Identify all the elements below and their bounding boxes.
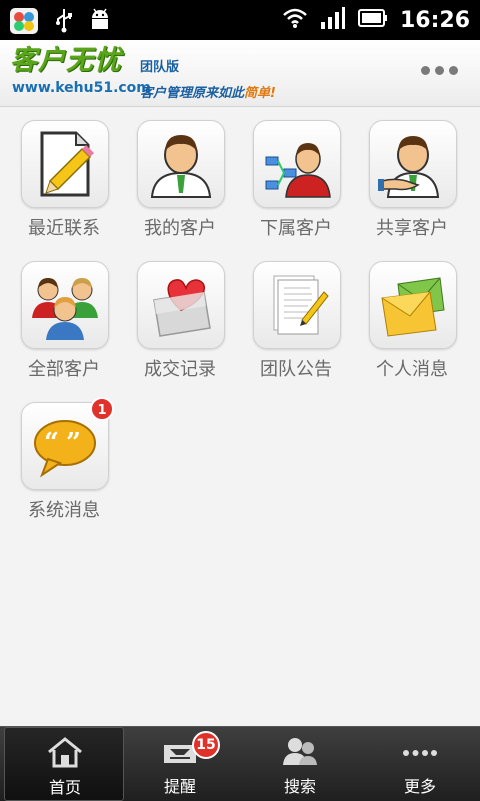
- nav-home[interactable]: 首页: [4, 727, 124, 801]
- app-header: 客户无忧 www.kehu51.com 团队版 客户管理原来如此简单!: [0, 40, 480, 107]
- tile-label: 共享客户: [376, 218, 448, 239]
- notification-badge: 1: [90, 397, 114, 421]
- status-time: 16:26: [399, 7, 470, 33]
- tile-label: 最近联系: [28, 218, 100, 239]
- more-dots-icon: [403, 750, 437, 756]
- tile-label: 系统消息: [28, 500, 100, 521]
- tile-icon-box: [137, 120, 225, 208]
- svg-text:”: ”: [66, 428, 81, 458]
- tile-label: 下属客户: [260, 218, 332, 239]
- tile-personal-messages[interactable]: 个人消息: [348, 247, 464, 387]
- group-people-icon: [32, 278, 98, 340]
- more-dots-icon[interactable]: [421, 66, 458, 75]
- brand-edition: 团队版: [140, 60, 180, 75]
- tile-icon-box: [21, 261, 109, 349]
- tile-all-customers[interactable]: 全部客户: [0, 247, 116, 387]
- tile-my-customers[interactable]: 我的客户: [116, 106, 232, 246]
- tile-icon-box: [369, 261, 457, 349]
- wifi-icon: [282, 7, 308, 33]
- tile-label: 我的客户: [144, 218, 216, 239]
- home-icon: [48, 737, 82, 768]
- nav-label: 搜索: [283, 777, 316, 796]
- tile-icon-box: “ ” 1: [21, 397, 114, 490]
- brand-logo: 客户无忧 www.kehu51.com 团队版 客户管理原来如此简单!: [10, 45, 276, 102]
- nav-badge: 15: [192, 731, 220, 759]
- tile-team-announcements[interactable]: 团队公告: [232, 247, 348, 387]
- person-icon: [150, 135, 212, 198]
- tile-recent-contacts[interactable]: 最近联系: [0, 106, 116, 246]
- nav-search[interactable]: 搜索: [240, 727, 360, 801]
- slogan-prefix: 客户管理原来如此: [140, 86, 245, 101]
- tile-icon-box: [21, 120, 109, 208]
- signal-icon: [320, 6, 346, 34]
- android-debug-icon: [88, 7, 112, 37]
- tile-icon-box: [253, 120, 341, 208]
- tile-label: 全部客户: [28, 359, 100, 380]
- envelope-icon: [381, 277, 445, 337]
- usb-icon: [54, 7, 74, 37]
- tile-subordinate-customers[interactable]: 下属客户: [232, 106, 348, 246]
- tile-shared-customers[interactable]: 共享客户: [348, 106, 464, 246]
- nav-more[interactable]: 更多: [360, 727, 480, 801]
- battery-icon: [357, 9, 388, 31]
- handshake-person-icon: [378, 136, 440, 198]
- brand-name: 客户无忧: [10, 45, 122, 76]
- brand-url: www.kehu51.com: [12, 80, 151, 96]
- slogan-highlight: 简单!: [244, 86, 276, 101]
- svg-text:“: “: [44, 428, 59, 458]
- document-pen-icon: [273, 275, 329, 335]
- bottom-nav: 首页 15 提醒 搜索 更多: [0, 726, 480, 801]
- notepad-pencil-icon: [40, 131, 94, 197]
- tile-system-messages[interactable]: “ ” 1 系统消息: [0, 388, 116, 528]
- nav-label: 更多: [403, 777, 436, 796]
- people-search-icon: [283, 738, 317, 765]
- tile-icon-box: [137, 261, 225, 349]
- tile-label: 个人消息: [376, 359, 448, 380]
- speech-bubble-icon: “ ”: [34, 420, 96, 478]
- nav-reminders[interactable]: 15 提醒: [120, 727, 240, 801]
- person-network-icon: [265, 143, 331, 198]
- nav-label: 提醒: [163, 777, 196, 796]
- app-store-icon: [8, 4, 40, 40]
- tile-label: 团队公告: [260, 359, 332, 380]
- status-bar: 16:26: [0, 0, 480, 40]
- heart-box-icon: [153, 279, 211, 337]
- nav-label: 首页: [48, 778, 81, 797]
- tile-deal-records[interactable]: 成交记录: [116, 247, 232, 387]
- tile-icon-box: [253, 261, 341, 349]
- tile-icon-box: [369, 120, 457, 208]
- tile-label: 成交记录: [144, 359, 216, 380]
- brand-slogan: 客户管理原来如此简单!: [140, 82, 276, 101]
